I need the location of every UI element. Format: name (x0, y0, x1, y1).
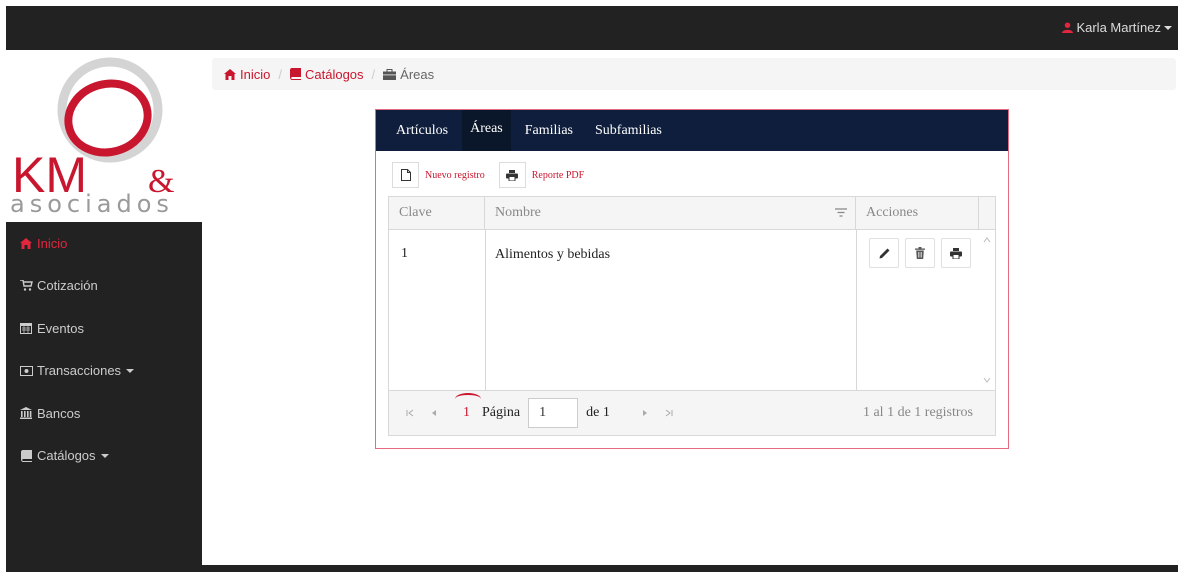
calendar-icon (19, 321, 33, 335)
tab-areas[interactable]: Áreas (462, 110, 511, 151)
cell-clave: 1 (401, 246, 408, 261)
caret-down-icon (100, 453, 109, 458)
sidebar-item-label: Transacciones (37, 363, 122, 379)
column-header-nombre[interactable]: Nombre (485, 197, 856, 229)
page-total-label: de 1 (586, 405, 610, 420)
pager: 1 Página de 1 1 al 1 de 1 registros (389, 390, 995, 435)
print-icon (506, 169, 519, 181)
column-header-clave[interactable]: Clave (389, 197, 485, 229)
scroll-down-icon[interactable] (983, 376, 991, 384)
cart-icon (19, 279, 33, 293)
page-label: Página (482, 405, 521, 420)
home-icon (224, 68, 236, 80)
caret-down-icon (126, 368, 135, 373)
book-icon (19, 449, 33, 463)
delete-button[interactable] (905, 238, 935, 268)
sidebar-nav: Inicio Cotización Eventos Transacciones (6, 222, 202, 477)
user-menu[interactable]: Karla Martínez (1062, 20, 1172, 35)
book-icon (289, 68, 301, 80)
logo-text: asociados (10, 190, 174, 218)
logo: KM & asociados (6, 50, 202, 222)
active-page-indicator (455, 393, 481, 405)
file-icon (400, 169, 411, 181)
column-divider (856, 230, 857, 390)
areas-grid: Clave Nombre Acciones 1 Alimentos y bebi… (388, 196, 996, 436)
vertical-scrollbar[interactable] (979, 230, 995, 390)
briefcase-icon (383, 68, 397, 80)
breadcrumb-label: Áreas (400, 66, 435, 82)
sidebar: KM & asociados Inicio Cotización Eventos (6, 50, 202, 566)
new-record-label[interactable]: Nuevo registro (425, 170, 485, 181)
scroll-up-icon[interactable] (983, 236, 991, 244)
sidebar-item-catalogos[interactable]: Catálogos (6, 435, 202, 478)
grid-body: 1 Alimentos y bebidas (389, 230, 995, 390)
column-header-acciones: Acciones (856, 197, 979, 229)
sidebar-item-transacciones[interactable]: Transacciones (6, 350, 202, 393)
grid-header: Clave Nombre Acciones (389, 197, 995, 230)
new-record-button[interactable] (392, 162, 419, 188)
prev-page-icon[interactable] (427, 409, 441, 417)
column-header-label: Nombre (495, 205, 541, 220)
tab-subfamilias[interactable]: Subfamilias (587, 110, 670, 151)
footer-bar (6, 565, 1178, 572)
page-input[interactable] (528, 398, 579, 428)
user-name: Karla Martínez (1076, 20, 1161, 35)
sidebar-item-label: Cotización (37, 278, 98, 294)
breadcrumb-item-catalogos[interactable]: Catálogos (289, 66, 364, 82)
home-icon (19, 236, 33, 250)
sidebar-item-label: Inicio (37, 235, 68, 251)
last-page-icon[interactable] (662, 409, 676, 417)
filter-icon[interactable] (835, 208, 847, 217)
sidebar-item-eventos[interactable]: Eventos (6, 307, 202, 350)
pdf-report-button[interactable] (498, 162, 526, 188)
breadcrumb-separator: / (278, 66, 282, 82)
breadcrumb: Inicio / Catálogos / Áreas (212, 58, 1176, 90)
print-icon (950, 247, 962, 259)
sidebar-item-inicio[interactable]: Inicio (6, 222, 202, 265)
next-page-icon[interactable] (638, 409, 652, 417)
edit-button[interactable] (869, 238, 899, 268)
breadcrumb-separator: / (371, 66, 376, 82)
catalog-panel: Artículos Áreas Familias Subfamilias Nue… (375, 109, 1009, 449)
sidebar-item-label: Bancos (37, 405, 81, 421)
print-button[interactable] (941, 238, 971, 268)
trash-icon (915, 247, 925, 259)
pdf-report-label[interactable]: Reporte PDF (532, 170, 585, 181)
user-icon (1062, 22, 1074, 33)
sidebar-item-label: Catálogos (37, 448, 96, 464)
page-number-current[interactable]: 1 (455, 393, 481, 421)
caret-down-icon (1164, 25, 1172, 30)
sidebar-item-label: Eventos (37, 320, 84, 336)
breadcrumb-item-inicio[interactable]: Inicio (224, 67, 270, 82)
breadcrumb-label: Catálogos (304, 66, 364, 82)
tab-bar: Artículos Áreas Familias Subfamilias (376, 110, 1008, 151)
money-icon (19, 364, 33, 378)
tab-articulos[interactable]: Artículos (388, 110, 456, 151)
grid-toolbar: Nuevo registro Reporte PDF (392, 162, 598, 188)
bank-icon (19, 406, 33, 420)
records-info: 1 al 1 de 1 registros (862, 405, 973, 420)
first-page-icon[interactable] (403, 409, 417, 417)
breadcrumb-item-areas: Áreas (383, 67, 434, 82)
pencil-icon (879, 248, 889, 258)
sidebar-item-cotizacion[interactable]: Cotización (6, 265, 202, 308)
column-divider (485, 230, 486, 390)
top-navbar: Karla Martínez (6, 6, 1178, 50)
cell-nombre: Alimentos y bebidas (495, 247, 611, 262)
sidebar-item-bancos[interactable]: Bancos (6, 392, 202, 435)
tab-familias[interactable]: Familias (517, 110, 581, 151)
row-actions (869, 238, 977, 268)
breadcrumb-label: Inicio (240, 66, 271, 82)
